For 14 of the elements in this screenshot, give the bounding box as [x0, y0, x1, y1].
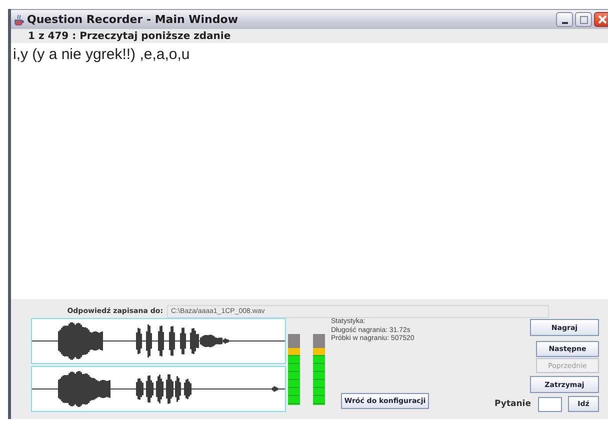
- maximize-icon: [580, 16, 588, 24]
- sentence-text-area[interactable]: i,y (y a nie ygrek!!) ,e,a,o,u: [11, 43, 608, 299]
- window-title: Question Recorder - Main Window: [27, 13, 239, 26]
- question-number-field[interactable]: [538, 396, 562, 412]
- level-meter: [313, 334, 325, 405]
- question-header: 1 z 479 : Przeczytaj poniższe zdanie: [27, 30, 232, 43]
- cup-icon: [13, 14, 25, 26]
- close-icon: [598, 15, 607, 24]
- minimize-button[interactable]: [556, 12, 573, 27]
- level-meter: [288, 334, 300, 405]
- sentence-text: i,y (y a nie ygrek!!) ,e,a,o,u: [13, 46, 190, 63]
- question-number-label: Pytanie: [494, 399, 531, 409]
- minimize-icon: [562, 22, 568, 24]
- close-button[interactable]: [594, 12, 608, 27]
